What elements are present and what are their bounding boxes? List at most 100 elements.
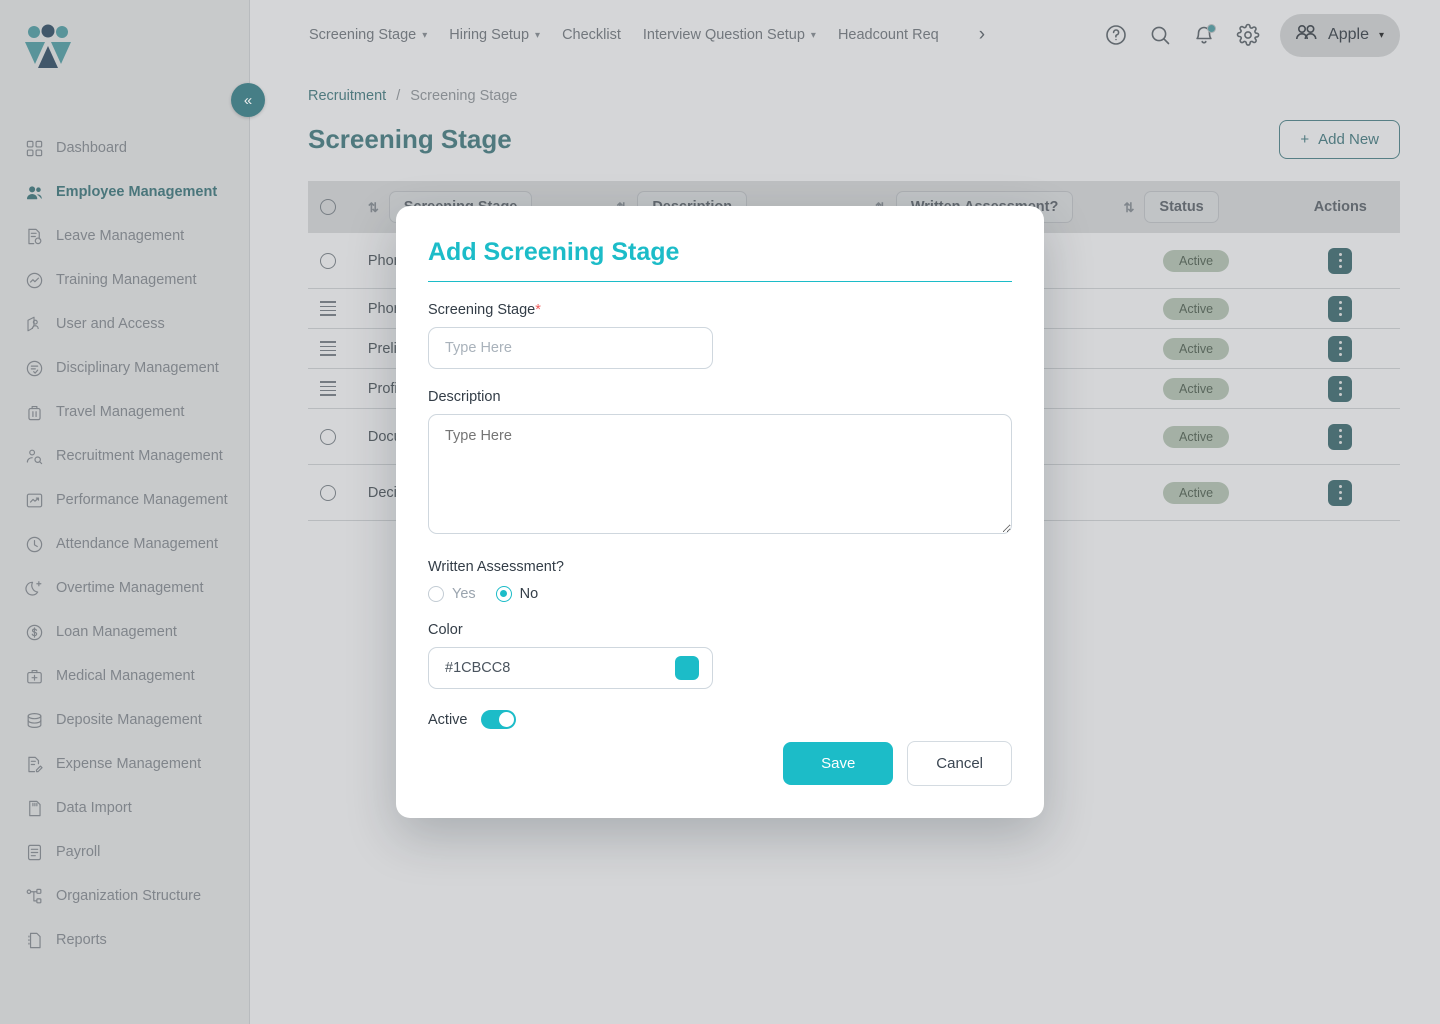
search-icon[interactable] xyxy=(1148,23,1172,47)
radio-circle-selected-icon xyxy=(495,586,512,602)
help-icon[interactable] xyxy=(1104,23,1128,47)
sidebar-item-label: Employee Management xyxy=(56,184,218,200)
sort-icon[interactable]: ⇅ xyxy=(1124,201,1135,214)
sidebar-item-travel-management[interactable]: Travel Management xyxy=(0,390,249,434)
screening-stage-label: Screening Stage* xyxy=(428,302,1012,318)
save-button[interactable]: Save xyxy=(783,742,894,785)
sidebar-item-label: Recruitment Management xyxy=(56,448,223,464)
add-new-button[interactable]: + Add New xyxy=(1279,120,1400,159)
row-menu-icon[interactable] xyxy=(1328,479,1353,506)
sidebar-item-dashboard[interactable]: Dashboard xyxy=(0,126,249,170)
cell-status: Active xyxy=(1112,297,1281,320)
breadcrumb-parent[interactable]: Recruitment xyxy=(308,88,386,104)
sidebar-item-training-management[interactable]: Training Management xyxy=(0,258,249,302)
sidebar-collapse-button[interactable]: « xyxy=(231,83,265,117)
cell-actions[interactable] xyxy=(1281,479,1400,506)
top-nav-label: Interview Question Setup xyxy=(642,27,805,43)
cell-actions[interactable] xyxy=(1281,247,1400,274)
column-actions: Actions xyxy=(1281,199,1400,215)
radio-label: No xyxy=(519,586,539,602)
user-name: Apple xyxy=(1328,26,1369,43)
top-nav-item-interview-question-setup[interactable]: Interview Question Setup ▾ xyxy=(643,27,816,43)
sidebar-item-label: Travel Management xyxy=(56,404,185,420)
sidebar-item-reports[interactable]: Reports xyxy=(0,918,249,962)
color-input[interactable]: #1CBCC8 xyxy=(428,647,713,689)
select-all-checkbox[interactable] xyxy=(308,199,356,215)
dialog-title-divider xyxy=(428,281,1012,282)
breadcrumb-current: Screening Stage xyxy=(410,88,518,104)
gear-icon[interactable] xyxy=(1236,23,1260,47)
chevron-down-icon: ▾ xyxy=(535,29,541,41)
sidebar-item-payroll[interactable]: Payroll xyxy=(0,830,249,874)
label-text: Screening Stage xyxy=(428,302,536,318)
row-drag-handle-icon[interactable] xyxy=(308,381,356,396)
database-icon xyxy=(24,710,44,730)
sidebar-item-employee-management[interactable]: Employee Management xyxy=(0,170,249,214)
top-nav-item-hiring-setup[interactable]: Hiring Setup ▾ xyxy=(449,27,540,43)
status-badge: Active xyxy=(1163,337,1230,360)
color-value: #1CBCC8 xyxy=(445,660,511,676)
sidebar-item-medical-management[interactable]: Medical Management xyxy=(0,654,249,698)
screening-stage-input[interactable]: Type Here xyxy=(428,327,713,369)
written-assessment-radio-group: Yes No xyxy=(428,586,1012,602)
org-tree-icon xyxy=(24,886,44,906)
top-nav-item-screening-stage[interactable]: Screening Stage ▾ xyxy=(309,27,427,43)
document-clock-icon xyxy=(24,226,44,246)
sidebar-item-attendance-management[interactable]: Attendance Management xyxy=(0,522,249,566)
description-textarea[interactable] xyxy=(428,414,1012,534)
cell-status: Active xyxy=(1112,425,1281,448)
sidebar-item-label: Deposite Management xyxy=(56,712,202,728)
row-menu-icon[interactable] xyxy=(1328,423,1353,450)
row-menu-icon[interactable] xyxy=(1328,247,1353,274)
trend-box-icon xyxy=(24,490,44,510)
top-nav-label: Hiring Setup xyxy=(449,27,530,43)
row-checkbox[interactable] xyxy=(308,484,356,501)
sidebar-item-label: Overtime Management xyxy=(56,580,204,596)
sidebar-item-deposite-management[interactable]: Deposite Management xyxy=(0,698,249,742)
sidebar-item-organization-structure[interactable]: Organization Structure xyxy=(0,874,249,918)
sidebar-item-leave-management[interactable]: Leave Management xyxy=(0,214,249,258)
top-nav-item-checklist[interactable]: Checklist xyxy=(562,27,621,43)
cancel-button[interactable]: Cancel xyxy=(907,741,1012,786)
row-checkbox[interactable] xyxy=(308,428,356,445)
notification-badge xyxy=(1207,24,1217,33)
sidebar-item-data-import[interactable]: Data Import xyxy=(0,786,249,830)
sidebar-item-performance-management[interactable]: Performance Management xyxy=(0,478,249,522)
cell-actions[interactable] xyxy=(1281,423,1400,450)
radio-label: Yes xyxy=(452,586,476,602)
add-new-label: Add New xyxy=(1318,131,1379,148)
active-toggle[interactable] xyxy=(480,710,516,729)
status-badge: Active xyxy=(1163,425,1230,448)
sidebar-item-label: Leave Management xyxy=(56,228,185,244)
sidebar-item-user-and-access[interactable]: User and Access xyxy=(0,302,249,346)
radio-written-assessment-no[interactable]: No xyxy=(495,586,539,602)
sidebar-item-overtime-management[interactable]: Overtime Management xyxy=(0,566,249,610)
sort-icon[interactable]: ⇅ xyxy=(368,201,379,214)
column-status[interactable]: ⇅ Status xyxy=(1112,191,1281,223)
user-search-icon xyxy=(24,446,44,466)
sidebar-item-recruitment-management[interactable]: Recruitment Management xyxy=(0,434,249,478)
notification-bell-icon[interactable] xyxy=(1192,23,1217,47)
cell-actions[interactable] xyxy=(1281,295,1400,322)
row-drag-handle-icon[interactable] xyxy=(308,341,356,356)
row-menu-icon[interactable] xyxy=(1328,335,1353,362)
row-menu-icon[interactable] xyxy=(1328,375,1353,402)
sidebar-item-expense-management[interactable]: Expense Management xyxy=(0,742,249,786)
sd-card-icon xyxy=(24,798,44,818)
row-checkbox[interactable] xyxy=(308,252,356,269)
user-menu[interactable]: Apple ▾ xyxy=(1280,13,1400,57)
status-badge: Active xyxy=(1163,297,1230,320)
top-nav-item-headcount-req[interactable]: Headcount Req xyxy=(838,27,939,43)
row-menu-icon[interactable] xyxy=(1328,295,1353,322)
company-logo xyxy=(24,24,72,70)
color-swatch[interactable] xyxy=(675,656,699,680)
cell-actions[interactable] xyxy=(1281,335,1400,362)
sidebar-item-loan-management[interactable]: Loan Management xyxy=(0,610,249,654)
sidebar-item-label: Organization Structure xyxy=(56,888,202,904)
radio-written-assessment-yes[interactable]: Yes xyxy=(428,586,476,602)
row-drag-handle-icon[interactable] xyxy=(308,301,356,316)
status-badge: Active xyxy=(1163,481,1230,504)
cell-actions[interactable] xyxy=(1281,375,1400,402)
top-nav-more-chevron-right-icon[interactable]: › xyxy=(979,24,985,46)
sidebar-item-disciplinary-management[interactable]: Disciplinary Management xyxy=(0,346,249,390)
